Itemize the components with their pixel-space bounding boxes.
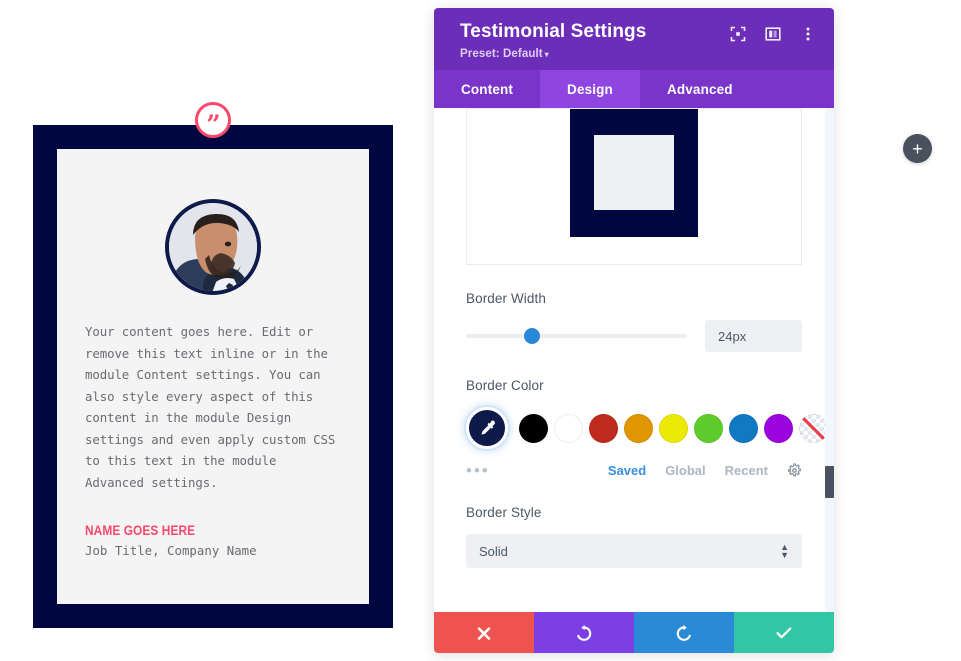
layout-panel-icon[interactable] [765,26,781,42]
swatch-blue[interactable] [729,413,758,443]
panel-scrollbar[interactable] [825,466,834,498]
border-preview-frame [466,108,802,265]
redo-button[interactable] [634,612,734,653]
tab-advanced[interactable]: Advanced [640,70,760,108]
swatch-white[interactable] [554,413,583,443]
quote-mark-icon: ” [195,102,231,138]
border-preview-swatch [570,109,698,237]
palette-tab-recent[interactable]: Recent [725,463,768,478]
cancel-button[interactable] [434,612,534,653]
screen: ” Your content goes here. Edit or remove… [0,0,961,661]
border-style-select[interactable]: Solid ▲ ▼ [466,534,802,568]
tab-content[interactable]: Content [434,70,540,108]
swatch-transparent[interactable] [799,413,828,443]
chevron-updown-icon: ▲ ▼ [780,542,789,560]
swatch-red[interactable] [589,413,618,443]
swatch-yellow[interactable] [659,413,688,443]
save-button[interactable] [734,612,834,653]
swatch-purple[interactable] [764,413,793,443]
testimonial-card: ” Your content goes here. Edit or remove… [57,102,369,604]
checkmark-icon [776,627,792,638]
modal-header-titles: Testimonial Settings Preset: Default ▾ [460,21,646,60]
testimonial-author-meta: Job Title, Company Name [85,543,257,558]
kebab-menu-icon[interactable] [800,26,816,42]
focus-target-icon[interactable] [730,26,746,42]
swatch-orange[interactable] [624,413,653,443]
testimonial-settings-modal: Testimonial Settings Preset: Default ▾ C… [434,8,834,653]
modal-header-actions [730,26,816,42]
gear-icon[interactable] [787,463,802,478]
border-width-slider[interactable] [466,328,687,344]
palette-meta-row: ••• Saved Global Recent [466,462,802,479]
modal-header: Testimonial Settings Preset: Default ▾ [434,8,834,70]
preset-selector[interactable]: Preset: Default ▾ [460,48,646,60]
palette-tab-global[interactable]: Global [665,463,705,478]
undo-icon [577,624,592,641]
palette-tab-saved[interactable]: Saved [608,463,646,478]
border-style-label: Border Style [466,505,542,520]
border-width-control: 24px [466,320,802,352]
modal-footer [434,612,834,653]
modal-body: Border Width 24px Border Color ••• Saved… [434,108,834,612]
border-style-value: Solid [479,543,508,559]
border-color-palette [466,407,828,449]
border-color-label: Border Color [466,378,544,393]
modal-tab-bar: Content Design Advanced [434,70,834,108]
border-width-slider-handle[interactable] [524,328,541,344]
page-title: Testimonial Settings [460,21,647,42]
testimonial-module-preview[interactable]: ” Your content goes here. Edit or remove… [33,102,393,628]
scroll-gutter [825,108,834,612]
redo-icon [676,624,691,641]
avatar [165,199,261,295]
swatch-black[interactable] [519,413,548,443]
swatch-green[interactable] [694,413,723,443]
eyedropper-icon [481,420,495,435]
palette-tab-group: Saved Global Recent [608,463,802,478]
border-width-input[interactable]: 24px [705,320,802,352]
eyedropper-button[interactable] [466,407,508,449]
undo-button[interactable] [534,612,634,653]
close-x-icon [477,626,491,640]
more-colors-button[interactable]: ••• [466,462,490,479]
add-module-button[interactable]: + [903,134,932,163]
border-width-label: Border Width [466,291,546,306]
testimonial-author-name: NAME GOES HERE [85,523,196,538]
tab-design[interactable]: Design [540,70,640,108]
border-preview-fill [594,135,674,210]
quote-glyph: ” [206,109,220,139]
chevron-down-icon: ▾ [544,50,549,59]
testimonial-body-text: Your content goes here. Edit or remove t… [85,324,336,490]
preset-label: Preset: Default [460,48,543,60]
